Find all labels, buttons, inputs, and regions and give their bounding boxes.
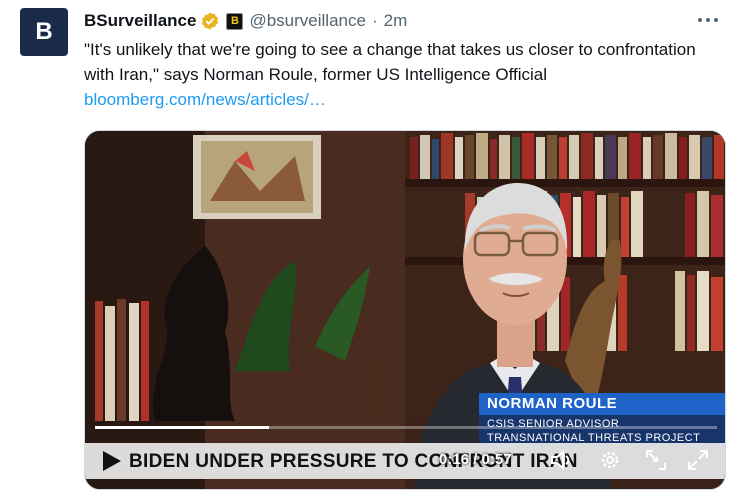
affiliate-badge-icon[interactable]: B [226, 12, 244, 30]
fullscreen-icon[interactable] [685, 447, 711, 473]
lower-third: NORMAN ROULE CSIS SENIOR ADVISOR TRANSNA… [479, 393, 725, 447]
article-link[interactable]: bloomberg.com/news/articles/… [84, 90, 326, 109]
post-body: "It's unlikely that we're going to see a… [84, 40, 696, 84]
avatar[interactable]: B [20, 8, 68, 56]
settings-icon[interactable] [597, 447, 623, 473]
post-text: "It's unlikely that we're going to see a… [84, 37, 704, 112]
news-ticker: BIDEN UNDER PRESSURE TO CONFRONT IRAN [85, 443, 725, 479]
timestamp[interactable]: 2m [384, 11, 408, 31]
lower-third-name: NORMAN ROULE [479, 393, 725, 415]
play-icon[interactable] [101, 449, 123, 473]
avatar-letter: B [35, 18, 53, 45]
volume-icon[interactable] [549, 447, 575, 473]
video-player[interactable]: NORMAN ROULE CSIS SENIOR ADVISOR TRANSNA… [84, 130, 726, 490]
verified-badge-icon[interactable] [200, 11, 220, 31]
handle[interactable]: @bsurveillance [249, 11, 365, 31]
progress-fill [95, 426, 270, 429]
time-display: 0:16 / 0:57 [439, 451, 512, 468]
more-icon[interactable] [698, 12, 718, 28]
post-header: BSurveillance B @bsurveillance · 2m [84, 10, 407, 32]
display-name[interactable]: BSurveillance [84, 11, 196, 31]
pip-icon[interactable] [643, 447, 669, 473]
progress-bar[interactable] [95, 426, 717, 429]
separator: · [371, 11, 378, 30]
